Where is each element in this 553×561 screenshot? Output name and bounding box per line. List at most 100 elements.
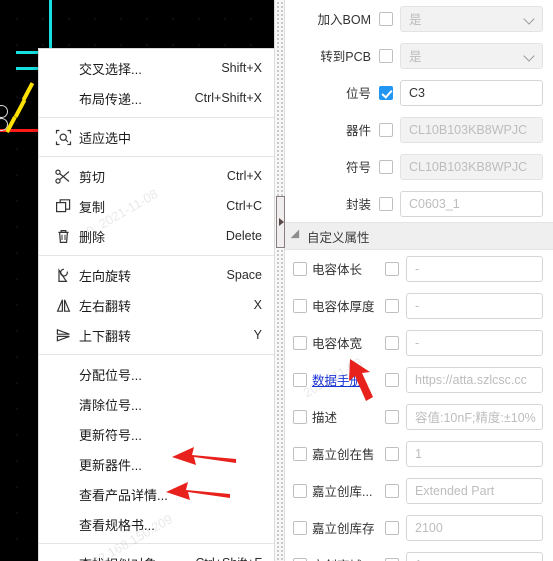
- custom-row-label-group[interactable]: 描述: [293, 407, 385, 426]
- property-row-transfer-to-pcb[interactable]: 转到PCB 是: [285, 37, 553, 74]
- datasheet-link[interactable]: 数据手册: [312, 370, 362, 389]
- custom-row-enable-checkbox[interactable]: [385, 446, 399, 461]
- custom-row-select-checkbox[interactable]: [293, 298, 307, 313]
- menu-item-flip-horizontal[interactable]: 左右翻转 X: [39, 290, 274, 320]
- menu-item-view-datasheet[interactable]: 查看规格书...: [39, 509, 274, 539]
- chevron-right-icon: [279, 218, 284, 226]
- menu-item-delete[interactable]: 删除 Delete: [39, 221, 274, 251]
- property-row-add-to-bom[interactable]: 加入BOM 是: [285, 0, 553, 37]
- triangle-collapse-icon: [290, 229, 304, 243]
- custom-row-value-text: 容值:10nF;精度:±10%: [415, 411, 536, 425]
- menu-item-clear-designator[interactable]: 清除位号...: [39, 389, 274, 419]
- property-enable-checkbox[interactable]: [379, 11, 393, 26]
- custom-row-label-group[interactable]: 数据手册: [293, 370, 385, 389]
- property-value-select[interactable]: 是: [400, 5, 543, 32]
- menu-item-find-similar-objects[interactable]: 查找相似对象... Ctrl+Shift+F: [39, 548, 274, 561]
- custom-row-value-input[interactable]: -: [406, 292, 543, 319]
- custom-row-select-checkbox[interactable]: [293, 446, 307, 461]
- custom-row-enable-checkbox[interactable]: [385, 409, 399, 424]
- custom-row-datasheet[interactable]: 数据手册 https://atta.szlcsc.cc: [285, 361, 553, 398]
- symbol-input[interactable]: CL10B103KB8WPJC: [400, 153, 543, 180]
- property-enable-checkbox[interactable]: [379, 122, 393, 137]
- menu-item-label: 左右翻转: [79, 298, 132, 314]
- custom-row-value-input[interactable]: -: [406, 255, 543, 282]
- property-label: 封装: [345, 198, 371, 212]
- menu-item-copy[interactable]: 复制 Ctrl+C: [39, 191, 274, 221]
- property-label: 器件: [345, 124, 371, 138]
- menu-item-view-product-details[interactable]: 查看产品详情...: [39, 479, 274, 509]
- custom-row-value-input[interactable]: 容值:10nF;精度:±10%: [406, 403, 543, 430]
- custom-row-enable-checkbox[interactable]: [385, 261, 399, 276]
- custom-row-enable-checkbox[interactable]: [385, 557, 399, 561]
- property-row-symbol[interactable]: 符号 CL10B103KB8WPJC: [285, 148, 553, 185]
- property-enable-checkbox[interactable]: [379, 159, 393, 174]
- custom-row-value-text: https://atta.szlcsc.cc: [415, 372, 527, 387]
- custom-row-value-input[interactable]: -: [406, 329, 543, 356]
- custom-row-cap-body-width[interactable]: 电容体宽 -: [285, 324, 553, 361]
- property-enable-checkbox[interactable]: [379, 196, 393, 211]
- custom-row-label-group[interactable]: 电容体长: [293, 259, 385, 278]
- custom-row-value-text: -: [415, 261, 420, 276]
- custom-row-enable-checkbox[interactable]: [385, 335, 399, 350]
- custom-row-value-input[interactable]: 2100: [406, 514, 543, 541]
- custom-row-value-text: -: [415, 298, 420, 313]
- custom-row-label-group[interactable]: 嘉立创库存: [293, 518, 385, 537]
- property-enable-checkbox[interactable]: [379, 85, 393, 100]
- menu-separator: [39, 543, 274, 544]
- property-enable-checkbox[interactable]: [379, 48, 393, 63]
- custom-row-value-input[interactable]: https://atta.szlcsc.cc: [406, 366, 543, 393]
- menu-item-update-symbol[interactable]: 更新符号...: [39, 419, 274, 449]
- menu-item-rotate-left[interactable]: 左向旋转 Space: [39, 260, 274, 290]
- custom-row-label-group[interactable]: 立创商城...: [293, 555, 385, 561]
- custom-row-cap-body-length[interactable]: 电容体长 -: [285, 250, 553, 287]
- menu-item-assign-designator[interactable]: 分配位号...: [39, 359, 274, 389]
- custom-row-select-checkbox[interactable]: [293, 261, 307, 276]
- custom-row-enable-checkbox[interactable]: [385, 372, 399, 387]
- menu-item-fit-selection[interactable]: 适应选中: [39, 122, 274, 152]
- custom-row-label-group[interactable]: 嘉立创在售: [293, 444, 385, 463]
- custom-row-jlc-stock[interactable]: 嘉立创库存 2100: [285, 509, 553, 546]
- footprint-input[interactable]: C0603_1: [400, 190, 543, 217]
- menu-item-cut[interactable]: 剪切 Ctrl+X: [39, 161, 274, 191]
- chevron-down-icon: [523, 12, 535, 25]
- property-value-select[interactable]: 是: [400, 42, 543, 69]
- trash-icon: [53, 226, 73, 246]
- custom-row-jlc-on-sale[interactable]: 嘉立创在售 1: [285, 435, 553, 472]
- menu-item-flip-vertical[interactable]: 上下翻转 Y: [39, 320, 274, 350]
- panel-collapse-handle[interactable]: [276, 196, 285, 248]
- custom-row-label-group[interactable]: 嘉立创库...: [293, 481, 385, 500]
- custom-properties-section-header[interactable]: 自定义属性: [285, 222, 553, 250]
- custom-row-value-input[interactable]: 1: [406, 440, 543, 467]
- custom-row-select-checkbox[interactable]: [293, 372, 307, 387]
- menu-item-cross-select[interactable]: 交叉选择... Shift+X: [39, 53, 274, 83]
- custom-row-lcsc-mall-1[interactable]: 立创商城... 1: [285, 546, 553, 561]
- property-row-designator[interactable]: 位号 C3: [285, 74, 553, 111]
- scissors-icon: [53, 166, 73, 186]
- custom-row-label-group[interactable]: 电容体宽: [293, 333, 385, 352]
- custom-row-jlc-library-type[interactable]: 嘉立创库... Extended Part: [285, 472, 553, 509]
- menu-item-update-device[interactable]: 更新器件...: [39, 449, 274, 479]
- custom-row-description[interactable]: 描述 容值:10nF;精度:±10%: [285, 398, 553, 435]
- custom-row-enable-checkbox[interactable]: [385, 298, 399, 313]
- custom-row-enable-checkbox[interactable]: [385, 483, 399, 498]
- context-menu[interactable]: 交叉选择... Shift+X 布局传递... Ctrl+Shift+X 适应选…: [38, 48, 275, 561]
- property-row-footprint[interactable]: 封装 C0603_1: [285, 185, 553, 222]
- menu-item-layout-transfer[interactable]: 布局传递... Ctrl+Shift+X: [39, 83, 274, 113]
- custom-row-value-input[interactable]: 1: [406, 551, 543, 561]
- panel-splitter[interactable]: [274, 0, 285, 561]
- copy-icon: [53, 196, 73, 216]
- custom-row-select-checkbox[interactable]: [293, 335, 307, 350]
- custom-row-enable-checkbox[interactable]: [385, 520, 399, 535]
- property-row-device[interactable]: 器件 CL10B103KB8WPJC: [285, 111, 553, 148]
- property-value-text: 是: [409, 50, 422, 64]
- custom-row-select-checkbox[interactable]: [293, 520, 307, 535]
- properties-panel[interactable]: 加入BOM 是 转到PCB 是 位号 C3 器件 CL10B103KB8WPJC…: [285, 0, 553, 561]
- custom-row-cap-body-thickness[interactable]: 电容体厚度 -: [285, 287, 553, 324]
- custom-row-select-checkbox[interactable]: [293, 483, 307, 498]
- designator-input[interactable]: C3: [400, 79, 543, 106]
- custom-row-select-checkbox[interactable]: [293, 409, 307, 424]
- custom-row-select-checkbox[interactable]: [293, 557, 307, 561]
- device-input[interactable]: CL10B103KB8WPJC: [400, 116, 543, 143]
- custom-row-label-group[interactable]: 电容体厚度: [293, 296, 385, 315]
- custom-row-value-input[interactable]: Extended Part: [406, 477, 543, 504]
